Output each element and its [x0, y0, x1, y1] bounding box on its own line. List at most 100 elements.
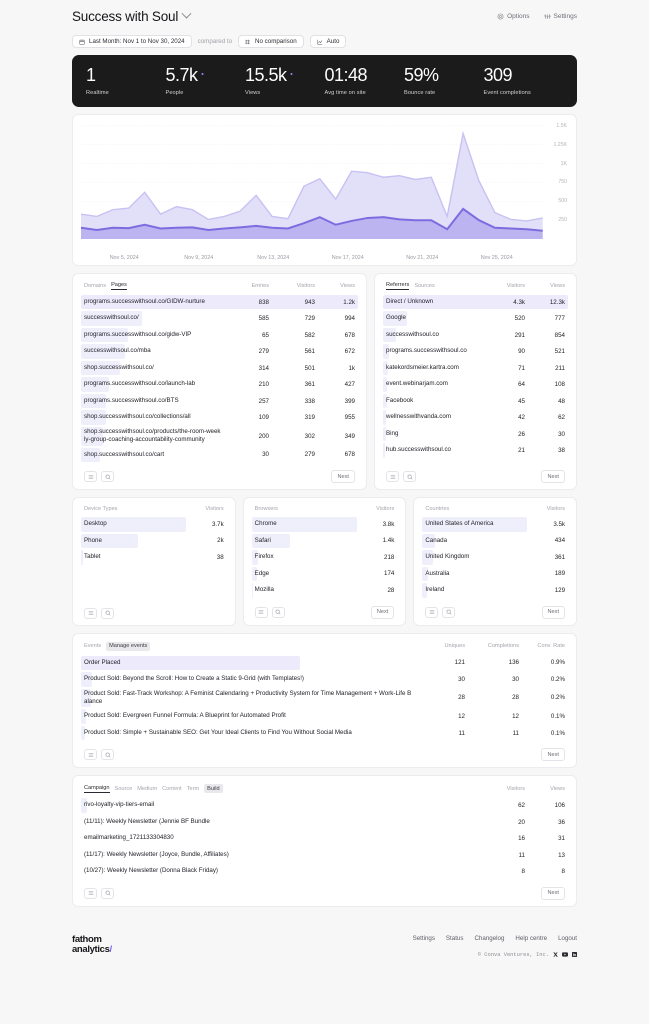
- list-view-button[interactable]: [425, 606, 439, 618]
- browsers-tab-browsers[interactable]: Browsers: [255, 506, 278, 512]
- referrers-tab-referrers[interactable]: Referrers: [386, 282, 410, 290]
- table-row[interactable]: successwithsoul.co 291 854: [383, 327, 568, 344]
- table-row[interactable]: Order Placed 121 136 0.9%: [81, 655, 568, 672]
- table-row[interactable]: Product Sold: Fast-Track Workshop: A Fem…: [81, 688, 568, 709]
- pages-tab-domains[interactable]: Domains: [84, 283, 106, 289]
- countries-tab-countries[interactable]: Countries: [425, 506, 449, 512]
- next-page-button[interactable]: Next: [541, 605, 566, 619]
- search-icon[interactable]: [101, 607, 114, 619]
- x-twitter-icon[interactable]: [553, 952, 558, 958]
- footer-link-help-centre[interactable]: Help centre: [515, 935, 547, 942]
- stat-views[interactable]: 15.5k · Views: [245, 64, 325, 96]
- campaign-tab-content[interactable]: Content: [162, 786, 182, 792]
- table-row[interactable]: emailmarketing_1721133304830 16 31: [81, 830, 568, 847]
- options-button[interactable]: Options: [497, 13, 530, 20]
- stat-event-completions[interactable]: 309 Event completions: [484, 66, 564, 96]
- campaign-tab-term[interactable]: Term: [187, 786, 199, 792]
- table-row[interactable]: shop.successwithsoul.co/collections/all 1…: [81, 409, 358, 426]
- referrers-tab-sources[interactable]: Sources: [414, 283, 435, 289]
- list-view-button[interactable]: [84, 607, 97, 619]
- table-row[interactable]: (11/11): Weekly Newsletter (Jennie BF Bu…: [81, 814, 568, 831]
- site-title-dropdown[interactable]: Success with Soul: [72, 8, 192, 24]
- table-row[interactable]: Ireland 129: [422, 582, 568, 599]
- table-row[interactable]: United Kingdom 361: [422, 549, 568, 566]
- table-row[interactable]: Canada 434: [422, 533, 568, 550]
- table-row[interactable]: Chrome 3.8k: [251, 516, 398, 533]
- stat-people[interactable]: 5.7k · People: [166, 64, 246, 96]
- search-icon[interactable]: [101, 749, 114, 761]
- table-row[interactable]: programs.successwithsoul.co/GIDW-nurture…: [81, 294, 358, 311]
- table-row[interactable]: Phone 2k: [81, 533, 227, 550]
- next-page-button[interactable]: Next: [541, 470, 565, 484]
- table-row[interactable]: Desktop 3.7k: [81, 516, 227, 533]
- list-view-button[interactable]: [386, 471, 399, 483]
- table-row[interactable]: hub.successwithsoul.co 21 38: [383, 442, 568, 459]
- table-row[interactable]: katekordsmeier.kartra.com 71 211: [383, 360, 568, 377]
- traffic-chart[interactable]: 1.5K 1.25K 1K 750 500 250: [81, 123, 568, 253]
- table-row[interactable]: shop.successwithsoul.co/314 501 1k: [81, 360, 358, 377]
- table-row[interactable]: Tablet 38: [81, 549, 227, 566]
- table-row[interactable]: programs.successwithsoul.co/gidw-VIP 65 58…: [81, 327, 358, 344]
- search-icon[interactable]: [101, 887, 114, 899]
- table-row[interactable]: Facebook 45 48: [383, 393, 568, 410]
- stat-realtime[interactable]: 1 Realtime: [86, 66, 166, 96]
- table-row[interactable]: Mozilla 28: [251, 582, 398, 599]
- table-row[interactable]: Product Sold: Simple + Sustainable SEO: …: [81, 725, 568, 742]
- date-range-selector[interactable]: Last Month: Nov 1 to Nov 30, 2024: [72, 35, 192, 48]
- linkedin-icon[interactable]: [572, 952, 577, 958]
- campaign-tab-source[interactable]: Source: [115, 786, 133, 792]
- comparison-selector[interactable]: No comparison: [238, 35, 304, 48]
- footer-link-changelog[interactable]: Changelog: [474, 935, 504, 942]
- table-row[interactable]: programs.successwithsoul.co/BTS 257 338 399: [81, 393, 358, 410]
- footer-link-logout[interactable]: Logout: [558, 935, 577, 942]
- device-tab-device-types[interactable]: Device Types: [84, 506, 117, 512]
- table-row[interactable]: wellnesswithvanda.com 42 62: [383, 409, 568, 426]
- footer-link-status[interactable]: Status: [446, 935, 464, 942]
- settings-button[interactable]: Settings: [543, 13, 577, 20]
- next-page-button[interactable]: Next: [541, 886, 565, 900]
- table-row[interactable]: (10/27): Weekly Newsletter (Donna Black …: [81, 863, 568, 880]
- footer-link-settings[interactable]: Settings: [413, 935, 435, 942]
- search-icon[interactable]: [442, 606, 456, 618]
- stat-avg-time[interactable]: 01:48 Avg time on site: [325, 66, 405, 96]
- table-row[interactable]: successwithsoul.co/585 729 994: [81, 310, 358, 327]
- next-page-button[interactable]: Next: [370, 605, 395, 619]
- search-icon[interactable]: [403, 471, 416, 483]
- table-row[interactable]: shop.successwithsoul.co/products/the-roo…: [81, 426, 358, 447]
- table-row[interactable]: Edge 174: [251, 566, 398, 583]
- youtube-icon[interactable]: [562, 952, 568, 957]
- table-row[interactable]: Bing 26 30: [383, 426, 568, 443]
- table-row[interactable]: Firefox 218: [251, 549, 398, 566]
- pages-tab-pages[interactable]: Pages: [111, 282, 127, 290]
- events-tab-manage-events[interactable]: Manage events: [106, 641, 151, 651]
- campaign-tab-build[interactable]: Build: [204, 784, 223, 794]
- table-row[interactable]: programs.successwithsoul.co/launch-lab 21…: [81, 376, 358, 393]
- table-row[interactable]: (11/17): Weekly Newsletter (Joyce, Bundl…: [81, 847, 568, 864]
- campaign-tab-campaign[interactable]: Campaign: [84, 785, 110, 793]
- events-tab-events[interactable]: Events: [84, 643, 101, 649]
- table-row[interactable]: Australia 189: [422, 566, 568, 583]
- interval-selector[interactable]: Auto: [309, 35, 347, 48]
- table-row[interactable]: Product Sold: Beyond the Scroll: How to …: [81, 671, 568, 688]
- table-row[interactable]: Direct / Unknown 4.3k 12.3k: [383, 294, 568, 311]
- table-row[interactable]: event.webinarjam.com 64 108: [383, 376, 568, 393]
- fathom-logo[interactable]: fathom analytics/: [72, 935, 112, 954]
- list-view-button[interactable]: [254, 606, 268, 618]
- table-row[interactable]: shop.successwithsoul.co/cart 30 279 678: [81, 447, 358, 464]
- search-icon[interactable]: [271, 606, 285, 618]
- list-view-button[interactable]: [84, 887, 97, 899]
- campaign-tab-medium[interactable]: Medium: [137, 786, 157, 792]
- next-page-button[interactable]: Next: [541, 748, 565, 762]
- search-icon[interactable]: [101, 471, 114, 483]
- table-row[interactable]: rivo-loyalty-vip-tiers-email 62 106: [81, 797, 568, 814]
- table-row[interactable]: Product Sold: Evergreen Funnel Formula: …: [81, 708, 568, 725]
- table-row[interactable]: Google 520 777: [383, 310, 568, 327]
- table-row[interactable]: successwithsoul.co/mba 279 561 672: [81, 343, 358, 360]
- list-view-button[interactable]: [84, 471, 97, 483]
- table-row[interactable]: United States of America 3.5k: [422, 516, 568, 533]
- next-page-button[interactable]: Next: [331, 470, 355, 484]
- stat-bounce-rate[interactable]: 59% Bounce rate: [404, 66, 484, 96]
- list-view-button[interactable]: [84, 749, 97, 761]
- table-row[interactable]: Safari 1.4k: [251, 533, 398, 550]
- table-row[interactable]: programs.successwithsoul.co 90 521: [383, 343, 568, 360]
